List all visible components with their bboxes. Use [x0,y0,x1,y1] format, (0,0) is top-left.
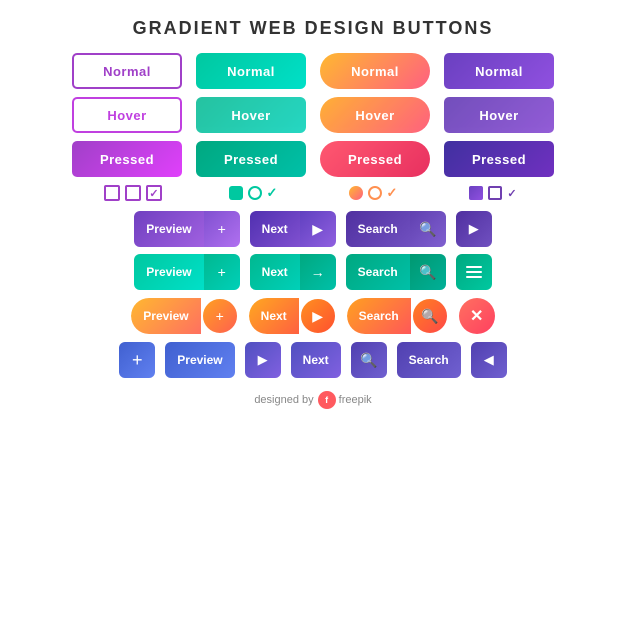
search-combo-orange[interactable]: Search 🔍 [347,297,449,335]
normal-row: Normal Normal Normal Normal [72,53,554,89]
btn-teal-normal[interactable]: Normal [196,53,306,89]
preview-combo-teal[interactable]: Preview + [134,254,239,290]
teal-check-group: ✓ [198,185,308,201]
next-combo-teal[interactable]: Next → [250,254,336,290]
preview-label-blue: Preview [165,342,234,378]
btn-solid-purple-pressed[interactable]: Pressed [444,141,554,177]
preview-label-teal: Preview [134,254,203,290]
orange-check-group: ✓ [318,185,428,201]
radio-orange-outline[interactable] [368,186,382,200]
preview-combo-orange[interactable]: Preview + [131,297,238,335]
checkbox-filled-teal[interactable] [229,186,243,200]
next-label-blue: Next [291,342,341,378]
preview-label-purple: Preview [134,211,203,247]
checkbox-checked-purple[interactable] [146,185,162,201]
next-label-orange: Next [249,298,299,334]
checkbox-outline-purple[interactable] [488,186,502,200]
orange-action-row: Preview + Next ▶ Search 🔍 ✕ [0,297,626,335]
search-label-teal: Search [346,254,410,290]
check-teal: ✓ [267,185,278,201]
freepik-icon: f [318,391,336,409]
freepik-brand: freepik [339,394,372,406]
play-icon-blue[interactable]: ▶ [245,342,281,378]
plus-icon-teal: + [204,254,240,290]
btn-purple-hover[interactable]: Hover [72,97,182,133]
purple-check-group [78,185,188,201]
next-label-purple: Next [250,211,300,247]
btn-purple-normal[interactable]: Normal [72,53,182,89]
btn-teal-hover[interactable]: Hover [196,97,306,133]
arrow-icon-teal: → [300,254,336,290]
search-combo-teal[interactable]: Search 🔍 [346,254,446,290]
footer-text: designed by [254,394,313,406]
next-combo-purple[interactable]: Next ▶ [250,211,336,247]
menu-icon-teal[interactable] [456,254,492,290]
check-orange: ✓ [387,185,398,201]
btn-solid-purple-hover[interactable]: Hover [444,97,554,133]
btn-orange-normal[interactable]: Normal [320,53,430,89]
next-label-teal: Next [250,254,300,290]
back-icon-blue[interactable]: ◀ [471,342,507,378]
btn-orange-hover[interactable]: Hover [320,97,430,133]
checkbox-unchecked-purple[interactable] [104,185,120,201]
search-icon-purple: 🔍 [410,211,446,247]
close-icon-orange[interactable]: ✕ [459,298,495,334]
preview-combo-purple[interactable]: Preview + [134,211,239,247]
checkbox-row: ✓ ✓ ✓ [0,185,626,201]
preview-combo-blue[interactable]: Preview [165,342,234,378]
play-solo-purple[interactable]: ▶ [456,211,492,247]
search-icon-blue[interactable]: 🔍 [351,342,387,378]
plus-icon-purple: + [204,211,240,247]
next-combo-blue[interactable]: Next [291,342,341,378]
plus-icon-orange: + [201,297,239,335]
search-combo-purple[interactable]: Search 🔍 [346,211,446,247]
plus-icon-blue[interactable]: + [119,342,155,378]
play-icon-purple: ▶ [300,211,336,247]
search-label-blue: Search [397,342,461,378]
btn-solid-purple-normal[interactable]: Normal [444,53,554,89]
btn-teal-pressed[interactable]: Pressed [196,141,306,177]
search-label-purple: Search [346,211,410,247]
radio-teal[interactable] [248,186,262,200]
purple-action-row: Preview + Next ▶ Search 🔍 ▶ [0,211,626,247]
btn-orange-pressed[interactable]: Pressed [320,141,430,177]
check-purple: ✓ [507,187,516,200]
pressed-row: Pressed Pressed Pressed Pressed [72,141,554,177]
preview-label-orange: Preview [131,298,200,334]
hover-row: Hover Hover Hover Hover [72,97,554,133]
freepik-logo: f freepik [318,391,372,409]
radio-orange-filled[interactable] [349,186,363,200]
next-combo-orange[interactable]: Next ▶ [249,297,337,335]
search-combo-blue[interactable]: Search [397,342,461,378]
search-icon-teal: 🔍 [410,254,446,290]
play-icon-orange: ▶ [299,297,337,335]
page-title: GRADIENT WEB DESIGN BUTTONS [133,18,494,39]
checkbox-unchecked2-purple[interactable] [125,185,141,201]
checkbox-filled-purple[interactable] [469,186,483,200]
teal-action-row: Preview + Next → Search 🔍 [0,254,626,290]
search-label-orange: Search [347,298,411,334]
blue-action-row: + Preview ▶ Next 🔍 Search ◀ [0,342,626,378]
footer: designed by f freepik [254,391,371,409]
btn-purple-pressed[interactable]: Pressed [72,141,182,177]
solid-purple-check-group: ✓ [438,186,548,200]
search-icon-orange: 🔍 [411,297,449,335]
